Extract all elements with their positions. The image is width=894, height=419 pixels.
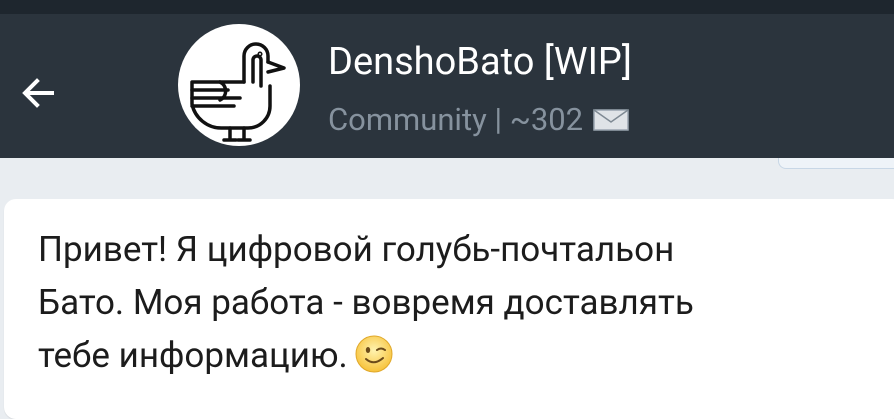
- status-bar: [0, 0, 894, 14]
- message-text: Привет! Я цифровой голубь-почтальон Бато…: [38, 223, 888, 382]
- message-line: Привет! Я цифровой голубь-почтальон: [38, 229, 675, 270]
- message-line: тебе информацию.: [38, 329, 888, 382]
- pinned-message-edge: [778, 158, 894, 169]
- back-button[interactable]: [14, 69, 62, 117]
- envelope-icon: [593, 109, 629, 131]
- message-line: Бато. Моя работа - вовремя доставлять: [38, 282, 694, 323]
- winking-face-icon: [355, 335, 393, 373]
- member-count: Community | ~302: [328, 101, 584, 138]
- chat-subtitle: Community | ~302: [328, 101, 629, 139]
- arrow-left-icon: [22, 78, 54, 108]
- avatar[interactable]: [178, 24, 300, 146]
- chat-header: DenshoBato [WIP] Community | ~302: [0, 14, 894, 158]
- chat-title[interactable]: DenshoBato [WIP]: [328, 39, 632, 85]
- pigeon-logo-icon: [190, 42, 286, 142]
